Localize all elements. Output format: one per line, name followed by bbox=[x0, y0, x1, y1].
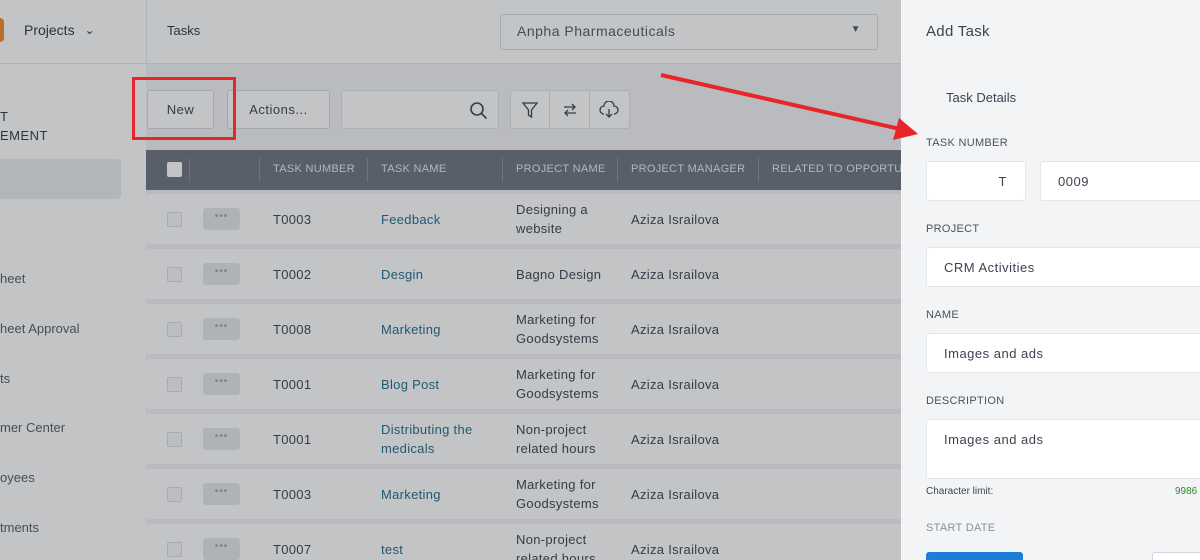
annotation-arrow bbox=[660, 73, 918, 140]
